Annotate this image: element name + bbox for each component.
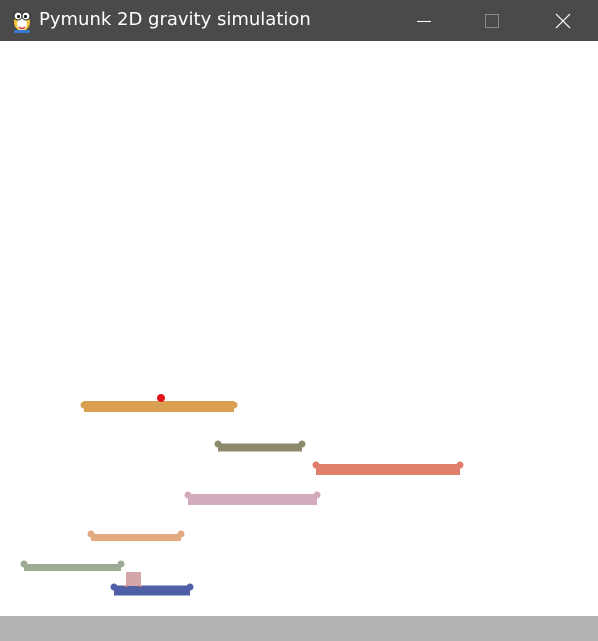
maximize-button[interactable]: [459, 0, 525, 41]
window-title: Pymunk 2D gravity simulation: [39, 9, 311, 30]
close-button[interactable]: [530, 0, 596, 41]
ball: [157, 394, 165, 402]
simulation-background: [0, 41, 598, 641]
ground: [0, 616, 598, 641]
simulation-viewport[interactable]: [0, 41, 598, 641]
falling-box: [123, 572, 143, 588]
minimize-icon: [417, 20, 431, 22]
minimize-button[interactable]: [391, 0, 457, 41]
simulation-canvas[interactable]: [0, 41, 598, 641]
platform-orange: [80, 401, 238, 412]
pygame-snake-icon: [13, 11, 31, 33]
title-bar[interactable]: Pymunk 2D gravity simulation: [0, 0, 598, 41]
maximize-icon: [485, 13, 499, 28]
close-icon: [555, 13, 571, 28]
